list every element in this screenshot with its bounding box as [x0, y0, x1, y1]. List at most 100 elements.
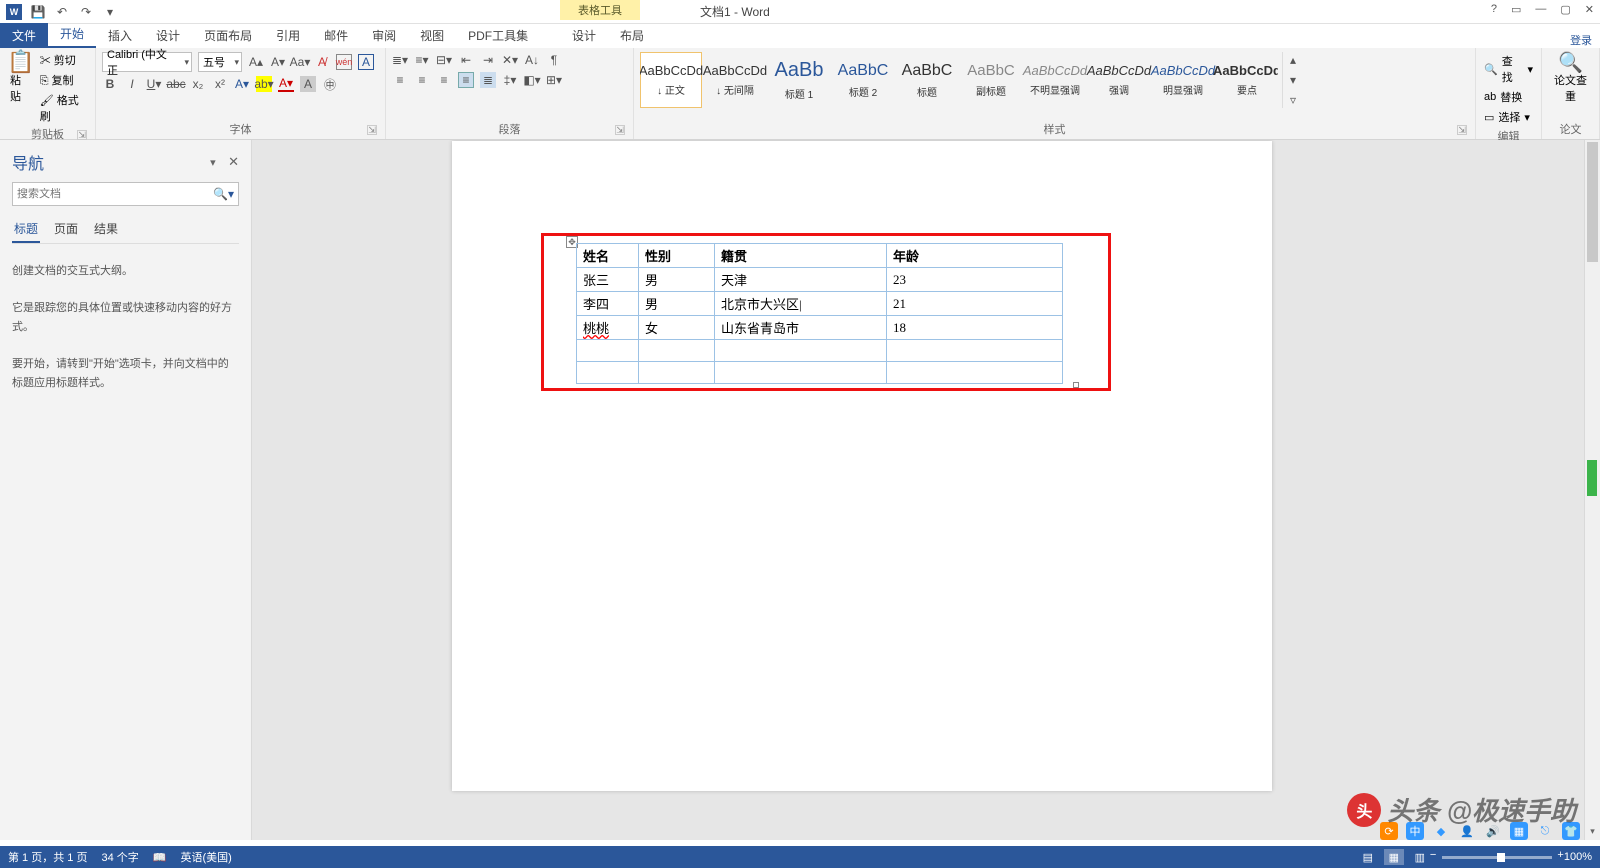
indent-dec-button[interactable]: ⇤: [458, 52, 474, 68]
tab-layout[interactable]: 页面布局: [192, 23, 264, 48]
read-mode-icon[interactable]: ▤: [1358, 849, 1378, 865]
distribute-button[interactable]: ≣: [480, 72, 496, 88]
nav-search-box[interactable]: 🔍▾: [12, 182, 239, 206]
table-resize-handle[interactable]: [1073, 382, 1079, 388]
zoom-slider[interactable]: [1442, 856, 1552, 859]
th-origin[interactable]: 籍贯: [715, 244, 887, 268]
page[interactable]: ✥ 姓名 性别 籍贯 年龄 张三男天津23 李四男北京市大兴区21 桃桃女山东省…: [452, 141, 1272, 791]
minimize-button[interactable]: —: [1535, 3, 1546, 16]
nav-close-icon[interactable]: ✕: [228, 154, 239, 169]
char-border-icon[interactable]: A: [358, 54, 374, 70]
shrink-font-icon[interactable]: A▾: [270, 54, 286, 70]
login-link[interactable]: 登录: [1570, 32, 1592, 48]
style-nospacing[interactable]: AaBbCcDd↓ 无间隔: [704, 52, 766, 108]
style-h1[interactable]: AaBb标题 1: [768, 52, 830, 108]
italic-button[interactable]: I: [124, 76, 140, 92]
help-button[interactable]: ?: [1491, 3, 1497, 16]
th-name[interactable]: 姓名: [577, 244, 639, 268]
status-language[interactable]: 英语(美国): [180, 849, 231, 865]
enclose-char-button[interactable]: ㊥: [322, 76, 338, 92]
status-words[interactable]: 34 个字: [101, 849, 138, 865]
close-button[interactable]: ✕: [1585, 3, 1594, 16]
tab-home[interactable]: 开始: [48, 21, 96, 48]
nav-tab-pages[interactable]: 页面: [52, 216, 80, 243]
paste-button[interactable]: 📋 粘贴: [6, 52, 36, 106]
font-name-select[interactable]: Calibri (中文正: [102, 52, 192, 72]
tab-file[interactable]: 文件: [0, 23, 48, 48]
multilevel-button[interactable]: ⊟▾: [436, 52, 452, 68]
clipboard-launcher[interactable]: ⇲: [77, 130, 87, 140]
tab-mailings[interactable]: 邮件: [312, 23, 360, 48]
highlight-button[interactable]: ab▾: [256, 76, 272, 92]
style-strong[interactable]: AaBbCcDd要点: [1216, 52, 1278, 108]
qat-more-icon[interactable]: ▾: [102, 4, 118, 20]
zoom-level[interactable]: 100%: [1564, 851, 1592, 863]
styles-up-icon[interactable]: ▴: [1285, 52, 1301, 68]
tab-table-design[interactable]: 设计: [560, 23, 608, 48]
tab-design[interactable]: 设计: [144, 23, 192, 48]
scroll-down-icon[interactable]: ▾: [1585, 826, 1600, 840]
tab-view[interactable]: 视图: [408, 23, 456, 48]
tab-insert[interactable]: 插入: [96, 23, 144, 48]
thesis-check-button[interactable]: 🔍 论文查重: [1548, 52, 1593, 106]
styles-down-icon[interactable]: ▾: [1285, 72, 1301, 88]
nav-tab-headings[interactable]: 标题: [12, 216, 40, 243]
paragraph-launcher[interactable]: ⇲: [615, 125, 625, 135]
find-button[interactable]: 🔍 查找▾: [1482, 52, 1535, 86]
text-effects-button[interactable]: A▾: [234, 76, 250, 92]
print-layout-icon[interactable]: ▦: [1384, 849, 1404, 865]
borders-button[interactable]: ⊞▾: [546, 72, 562, 88]
justify-button[interactable]: ≡: [458, 72, 474, 88]
tab-review[interactable]: 审阅: [360, 23, 408, 48]
bullets-button[interactable]: ≣▾: [392, 52, 408, 68]
strike-button[interactable]: abc: [168, 76, 184, 92]
ribbon-display-button[interactable]: ▭: [1511, 3, 1521, 16]
cut-button[interactable]: ✂ 剪切: [40, 52, 89, 68]
char-shading-button[interactable]: A: [300, 76, 316, 92]
nav-menu-icon[interactable]: ▾: [210, 157, 216, 169]
font-color-button[interactable]: A▾: [278, 76, 294, 92]
indent-inc-button[interactable]: ⇥: [480, 52, 496, 68]
select-button[interactable]: ▭ 选择▾: [1482, 108, 1535, 126]
undo-icon[interactable]: ↶: [54, 4, 70, 20]
style-subtle-emph[interactable]: AaBbCcDd不明显强调: [1024, 52, 1086, 108]
format-painter-button[interactable]: 🖌 格式刷: [40, 92, 89, 124]
shading-button[interactable]: ◧▾: [524, 72, 540, 88]
nav-tab-results[interactable]: 结果: [92, 216, 120, 243]
save-icon[interactable]: 💾: [30, 4, 46, 20]
align-center-button[interactable]: ≡: [414, 72, 430, 88]
th-age[interactable]: 年龄: [887, 244, 1063, 268]
asian-layout-button[interactable]: ✕▾: [502, 52, 518, 68]
scroll-thumb[interactable]: [1587, 142, 1598, 262]
font-launcher[interactable]: ⇲: [367, 125, 377, 135]
style-int-emph[interactable]: AaBbCcDd明显强调: [1152, 52, 1214, 108]
phonetic-icon[interactable]: wén: [336, 54, 352, 70]
style-normal[interactable]: AaBbCcDd↓ 正文: [640, 52, 702, 108]
grow-font-icon[interactable]: A▴: [248, 54, 264, 70]
web-layout-icon[interactable]: ▥: [1410, 849, 1430, 865]
sort-button[interactable]: A↓: [524, 52, 540, 68]
nav-search-input[interactable]: [17, 188, 213, 200]
tab-table-layout[interactable]: 布局: [608, 23, 656, 48]
data-table[interactable]: 姓名 性别 籍贯 年龄 张三男天津23 李四男北京市大兴区21 桃桃女山东省青岛…: [576, 243, 1063, 384]
style-subtitle[interactable]: AaBbC副标题: [960, 52, 1022, 108]
superscript-button[interactable]: x²: [212, 76, 228, 92]
document-area[interactable]: ✥ 姓名 性别 籍贯 年龄 张三男天津23 李四男北京市大兴区21 桃桃女山东省…: [252, 140, 1600, 840]
style-emph[interactable]: AaBbCcDd强调: [1088, 52, 1150, 108]
proofing-icon[interactable]: 📖: [153, 851, 167, 864]
align-right-button[interactable]: ≡: [436, 72, 452, 88]
styles-more-icon[interactable]: ▿: [1285, 92, 1301, 108]
copy-button[interactable]: ⎘ 复制: [40, 72, 89, 88]
search-icon[interactable]: 🔍▾: [213, 187, 234, 201]
styles-launcher[interactable]: ⇲: [1457, 125, 1467, 135]
tab-pdf[interactable]: PDF工具集: [456, 23, 540, 48]
clear-format-icon[interactable]: A̸: [314, 54, 330, 70]
numbering-button[interactable]: ≡▾: [414, 52, 430, 68]
style-title[interactable]: AaBbC标题: [896, 52, 958, 108]
maximize-button[interactable]: ▢: [1560, 3, 1570, 16]
line-spacing-button[interactable]: ‡▾: [502, 72, 518, 88]
show-marks-button[interactable]: ¶: [546, 52, 562, 68]
subscript-button[interactable]: x₂: [190, 76, 206, 92]
redo-icon[interactable]: ↷: [78, 4, 94, 20]
tab-references[interactable]: 引用: [264, 23, 312, 48]
